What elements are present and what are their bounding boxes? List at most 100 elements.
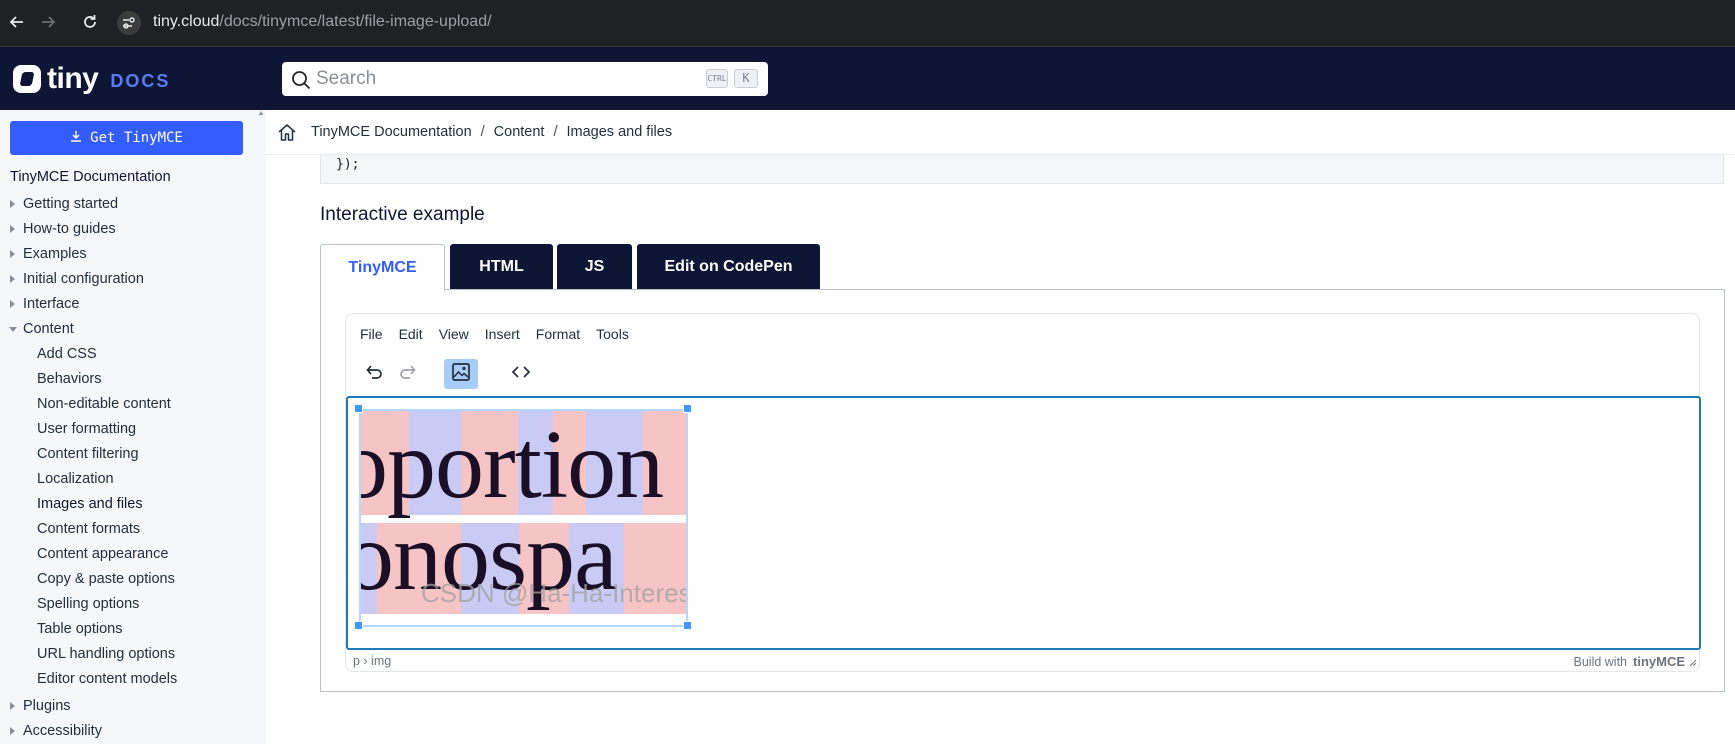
sidebar-subitem-content-formats[interactable]: Content formats: [0, 518, 266, 543]
get-tinymce-label: Get TinyMCE: [90, 130, 183, 146]
sidebar-item-initial-configuration[interactable]: Initial configuration: [0, 268, 266, 293]
get-tinymce-button[interactable]: Get TinyMCE: [10, 121, 243, 155]
sidebar: ▲ Get TinyMCE TinyMCE Documentation Gett…: [0, 110, 266, 744]
section-title: Interactive example: [320, 204, 485, 225]
tab-js[interactable]: JS: [557, 244, 632, 290]
menu-file[interactable]: File: [352, 322, 391, 346]
sidebar-subitem-spelling-options[interactable]: Spelling options: [0, 593, 266, 618]
address-bar[interactable]: tiny.cloud/docs/tinymce/latest/file-imag…: [153, 12, 492, 32]
menu-format[interactable]: Format: [528, 322, 588, 346]
kbd-ctrl: CTRL: [706, 69, 728, 88]
sidebar-item-label: Getting started: [23, 196, 119, 212]
sidebar-item-interface[interactable]: Interface: [0, 293, 266, 318]
breadcrumb-separator: /: [553, 124, 558, 140]
resize-grip-icon[interactable]: [1689, 656, 1697, 670]
resize-handle-sw[interactable]: [354, 621, 363, 630]
tinymce-logo: tinyMCE: [1633, 654, 1685, 669]
source-code-button[interactable]: [504, 359, 538, 389]
editor-content-area[interactable]: oportion onospa CSDN @Ha-Ha-Interest: [346, 396, 1701, 650]
site-info-icon[interactable]: [117, 11, 141, 35]
docs-header: tiny DOCS CTRL K: [0, 47, 1735, 110]
code-block: });: [320, 155, 1724, 184]
sidebar-nav: Getting started How-to guides Examples I…: [0, 193, 266, 744]
home-icon[interactable]: [277, 122, 297, 142]
build-with-label: Build with: [1573, 654, 1628, 669]
sidebar-subitem-table-options[interactable]: Table options: [0, 618, 266, 643]
browser-toolbar: tiny.cloud/docs/tinymce/latest/file-imag…: [0, 0, 1735, 47]
image-gap: [361, 614, 686, 625]
breadcrumb-current: Images and files: [566, 124, 673, 140]
caret-right-icon: [10, 225, 15, 233]
logo-docs: DOCS: [110, 70, 171, 91]
breadcrumb-separator: /: [480, 124, 485, 140]
menu-view[interactable]: View: [431, 322, 477, 346]
kbd-k: K: [734, 69, 758, 88]
breadcrumb: TinyMCE Documentation / Content / Images…: [266, 110, 1735, 155]
url-path: /docs/tinymce/latest/file-image-upload/: [219, 13, 492, 30]
sidebar-subitem-non-editable-content[interactable]: Non-editable content: [0, 393, 266, 418]
sidebar-subitem-url-handling-options[interactable]: URL handling options: [0, 643, 266, 668]
example-frame: File Edit View Insert Format Tools oport…: [320, 289, 1725, 692]
resize-handle-ne[interactable]: [683, 404, 692, 413]
scroll-up-icon[interactable]: ▲: [256, 110, 266, 130]
sidebar-item-label: Interface: [23, 296, 80, 312]
selected-image[interactable]: oportion onospa CSDN @Ha-Ha-Interest: [359, 409, 688, 627]
image-icon: [451, 362, 471, 387]
sidebar-item-label: How-to guides: [23, 221, 116, 237]
undo-icon: [364, 362, 384, 387]
search-input[interactable]: [316, 62, 676, 96]
sidebar-item-label: Examples: [23, 246, 87, 262]
sidebar-item-label: Initial configuration: [23, 271, 144, 287]
menu-edit[interactable]: Edit: [391, 322, 431, 346]
sidebar-subitem-behaviors[interactable]: Behaviors: [0, 368, 266, 393]
sidebar-subitem-content-appearance[interactable]: Content appearance: [0, 543, 266, 568]
sidebar-item-accessibility[interactable]: Accessibility: [0, 720, 266, 744]
sidebar-subitem-editor-content-models[interactable]: Editor content models: [0, 668, 266, 693]
sidebar-subitem-copy-paste-options[interactable]: Copy & paste options: [0, 568, 266, 593]
back-icon[interactable]: [7, 12, 27, 32]
caret-right-icon: [10, 702, 15, 710]
sidebar-item-how-to-guides[interactable]: How-to guides: [0, 218, 266, 243]
breadcrumb-link[interactable]: TinyMCE Documentation: [311, 124, 472, 140]
editor-statusbar: p › img Build with tinyMCE: [346, 650, 1699, 672]
sidebar-subitem-add-css[interactable]: Add CSS: [0, 343, 266, 368]
menu-insert[interactable]: Insert: [477, 322, 528, 346]
insert-image-button[interactable]: [444, 359, 478, 389]
caret-right-icon: [10, 300, 15, 308]
sidebar-item-getting-started[interactable]: Getting started: [0, 193, 266, 218]
image-watermark: CSDN @Ha-Ha-Interest: [421, 578, 686, 608]
menu-tools[interactable]: Tools: [588, 322, 637, 346]
image-text-line1: oportion: [361, 411, 664, 519]
caret-right-icon: [10, 727, 15, 735]
resize-handle-se[interactable]: [683, 621, 692, 630]
main-content: }); Interactive example TinyMCE HTML JS …: [266, 155, 1735, 744]
sidebar-item-label: Content: [23, 321, 74, 337]
tiny-docs-logo[interactable]: tiny DOCS: [13, 62, 170, 96]
sidebar-subitem-user-formatting[interactable]: User formatting: [0, 418, 266, 443]
caret-down-icon: [9, 327, 17, 332]
sidebar-root-link[interactable]: TinyMCE Documentation: [10, 169, 171, 185]
sidebar-item-content[interactable]: Content: [0, 318, 266, 343]
undo-button[interactable]: [357, 359, 391, 389]
reload-icon[interactable]: [80, 12, 100, 32]
sidebar-subitem-content-filtering[interactable]: Content filtering: [0, 443, 266, 468]
build-with-tinymce[interactable]: Build with tinyMCE: [1574, 654, 1686, 669]
sidebar-subitem-images-and-files[interactable]: Images and files: [0, 493, 266, 518]
tab-html[interactable]: HTML: [450, 244, 553, 290]
element-path[interactable]: p › img: [353, 654, 391, 668]
tab-tinymce[interactable]: TinyMCE: [320, 244, 445, 291]
caret-right-icon: [10, 200, 15, 208]
search-box[interactable]: CTRL K: [282, 62, 768, 96]
redo-icon: [398, 362, 418, 387]
redo-button[interactable]: [391, 359, 425, 389]
code-icon: [511, 362, 531, 387]
resize-handle-nw[interactable]: [354, 404, 363, 413]
sidebar-item-examples[interactable]: Examples: [0, 243, 266, 268]
forward-icon[interactable]: [38, 12, 58, 32]
sidebar-item-plugins[interactable]: Plugins: [0, 695, 266, 720]
sidebar-subitem-localization[interactable]: Localization: [0, 468, 266, 493]
tab-edit-on-codepen[interactable]: Edit on CodePen: [637, 244, 820, 290]
breadcrumb-link[interactable]: Content: [494, 124, 545, 140]
editor-menubar: File Edit View Insert Format Tools: [352, 322, 637, 346]
sidebar-item-label: Accessibility: [23, 723, 102, 739]
